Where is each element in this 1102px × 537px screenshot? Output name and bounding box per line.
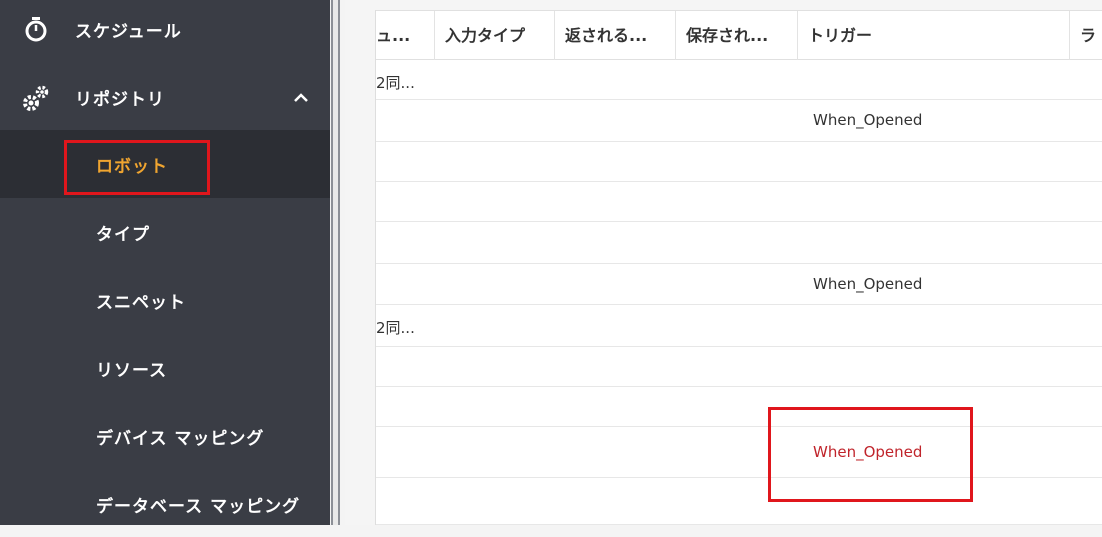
cell-trigger: When_Opened xyxy=(813,111,923,129)
table-row[interactable]: When_Opened xyxy=(376,427,1102,478)
column-header-returned[interactable]: 返される... xyxy=(555,11,676,60)
table-row[interactable] xyxy=(376,387,1102,427)
cell-name-truncated: 2同... xyxy=(376,319,415,337)
sidebar-item-database-mapping[interactable]: データベース マッピング xyxy=(0,472,330,537)
column-header[interactable]: ュ... xyxy=(376,11,435,60)
stopwatch-icon xyxy=(25,17,47,42)
table-row[interactable] xyxy=(376,182,1102,222)
table-header: ュ... 入力タイプ 返される... 保存され... トリガー ラ xyxy=(376,10,1102,60)
sidebar-item-label: リポジトリ xyxy=(75,90,165,110)
sidebar-item-schedule[interactable]: スケジュール xyxy=(0,0,330,58)
sidebar-item-snippet[interactable]: スニペット xyxy=(0,268,330,333)
robot-table: ュ... 入力タイプ 返される... 保存され... トリガー ラ 2同... W… xyxy=(375,10,1102,525)
table-row[interactable] xyxy=(376,222,1102,264)
table-row[interactable]: 2同... xyxy=(376,60,1102,100)
cell-name-truncated: 2同... xyxy=(376,74,415,92)
sidebar-item-label: タイプ xyxy=(96,225,150,245)
table-row[interactable]: When_Opened xyxy=(376,264,1102,305)
table-row[interactable]: 2同... xyxy=(376,305,1102,347)
cell-trigger: When_Opened xyxy=(813,275,923,293)
cell-trigger: When_Opened xyxy=(813,443,923,461)
column-header-input-type[interactable]: 入力タイプ xyxy=(435,11,555,60)
sidebar-item-robot[interactable]: ロボット xyxy=(0,130,330,198)
column-header-saved[interactable]: 保存され... xyxy=(676,11,798,60)
table-row[interactable] xyxy=(376,478,1102,525)
table-row[interactable] xyxy=(376,347,1102,387)
gears-icon xyxy=(23,85,49,111)
sidebar-item-label: データベース マッピング xyxy=(96,497,301,517)
sidebar-item-label: デバイス マッピング xyxy=(96,429,265,449)
sidebar-item-resource[interactable]: リソース xyxy=(0,336,330,401)
sidebar-item-type[interactable]: タイプ xyxy=(0,200,330,265)
table-row[interactable] xyxy=(376,142,1102,182)
splitter-handle-right[interactable] xyxy=(338,0,340,525)
main-content: ュ... 入力タイプ 返される... 保存され... トリガー ラ 2同... W… xyxy=(345,0,1102,525)
sidebar-item-label: スケジュール xyxy=(75,21,182,42)
chevron-up-icon[interactable] xyxy=(292,89,310,107)
sidebar-item-label: スニペット xyxy=(96,293,186,313)
sidebar: スケジュール リポジトリ ロボット タイプ スニペット リソース デバイス マッ… xyxy=(0,0,330,525)
column-header-truncated[interactable]: ラ xyxy=(1070,11,1102,60)
sidebar-item-label: リソース xyxy=(96,361,168,381)
column-header-trigger[interactable]: トリガー xyxy=(798,11,1070,60)
sidebar-item-repository[interactable]: リポジトリ xyxy=(0,65,330,130)
sidebar-item-label: ロボット xyxy=(96,156,168,177)
table-row[interactable]: When_Opened xyxy=(376,100,1102,142)
sidebar-item-device-mapping[interactable]: デバイス マッピング xyxy=(0,404,330,469)
